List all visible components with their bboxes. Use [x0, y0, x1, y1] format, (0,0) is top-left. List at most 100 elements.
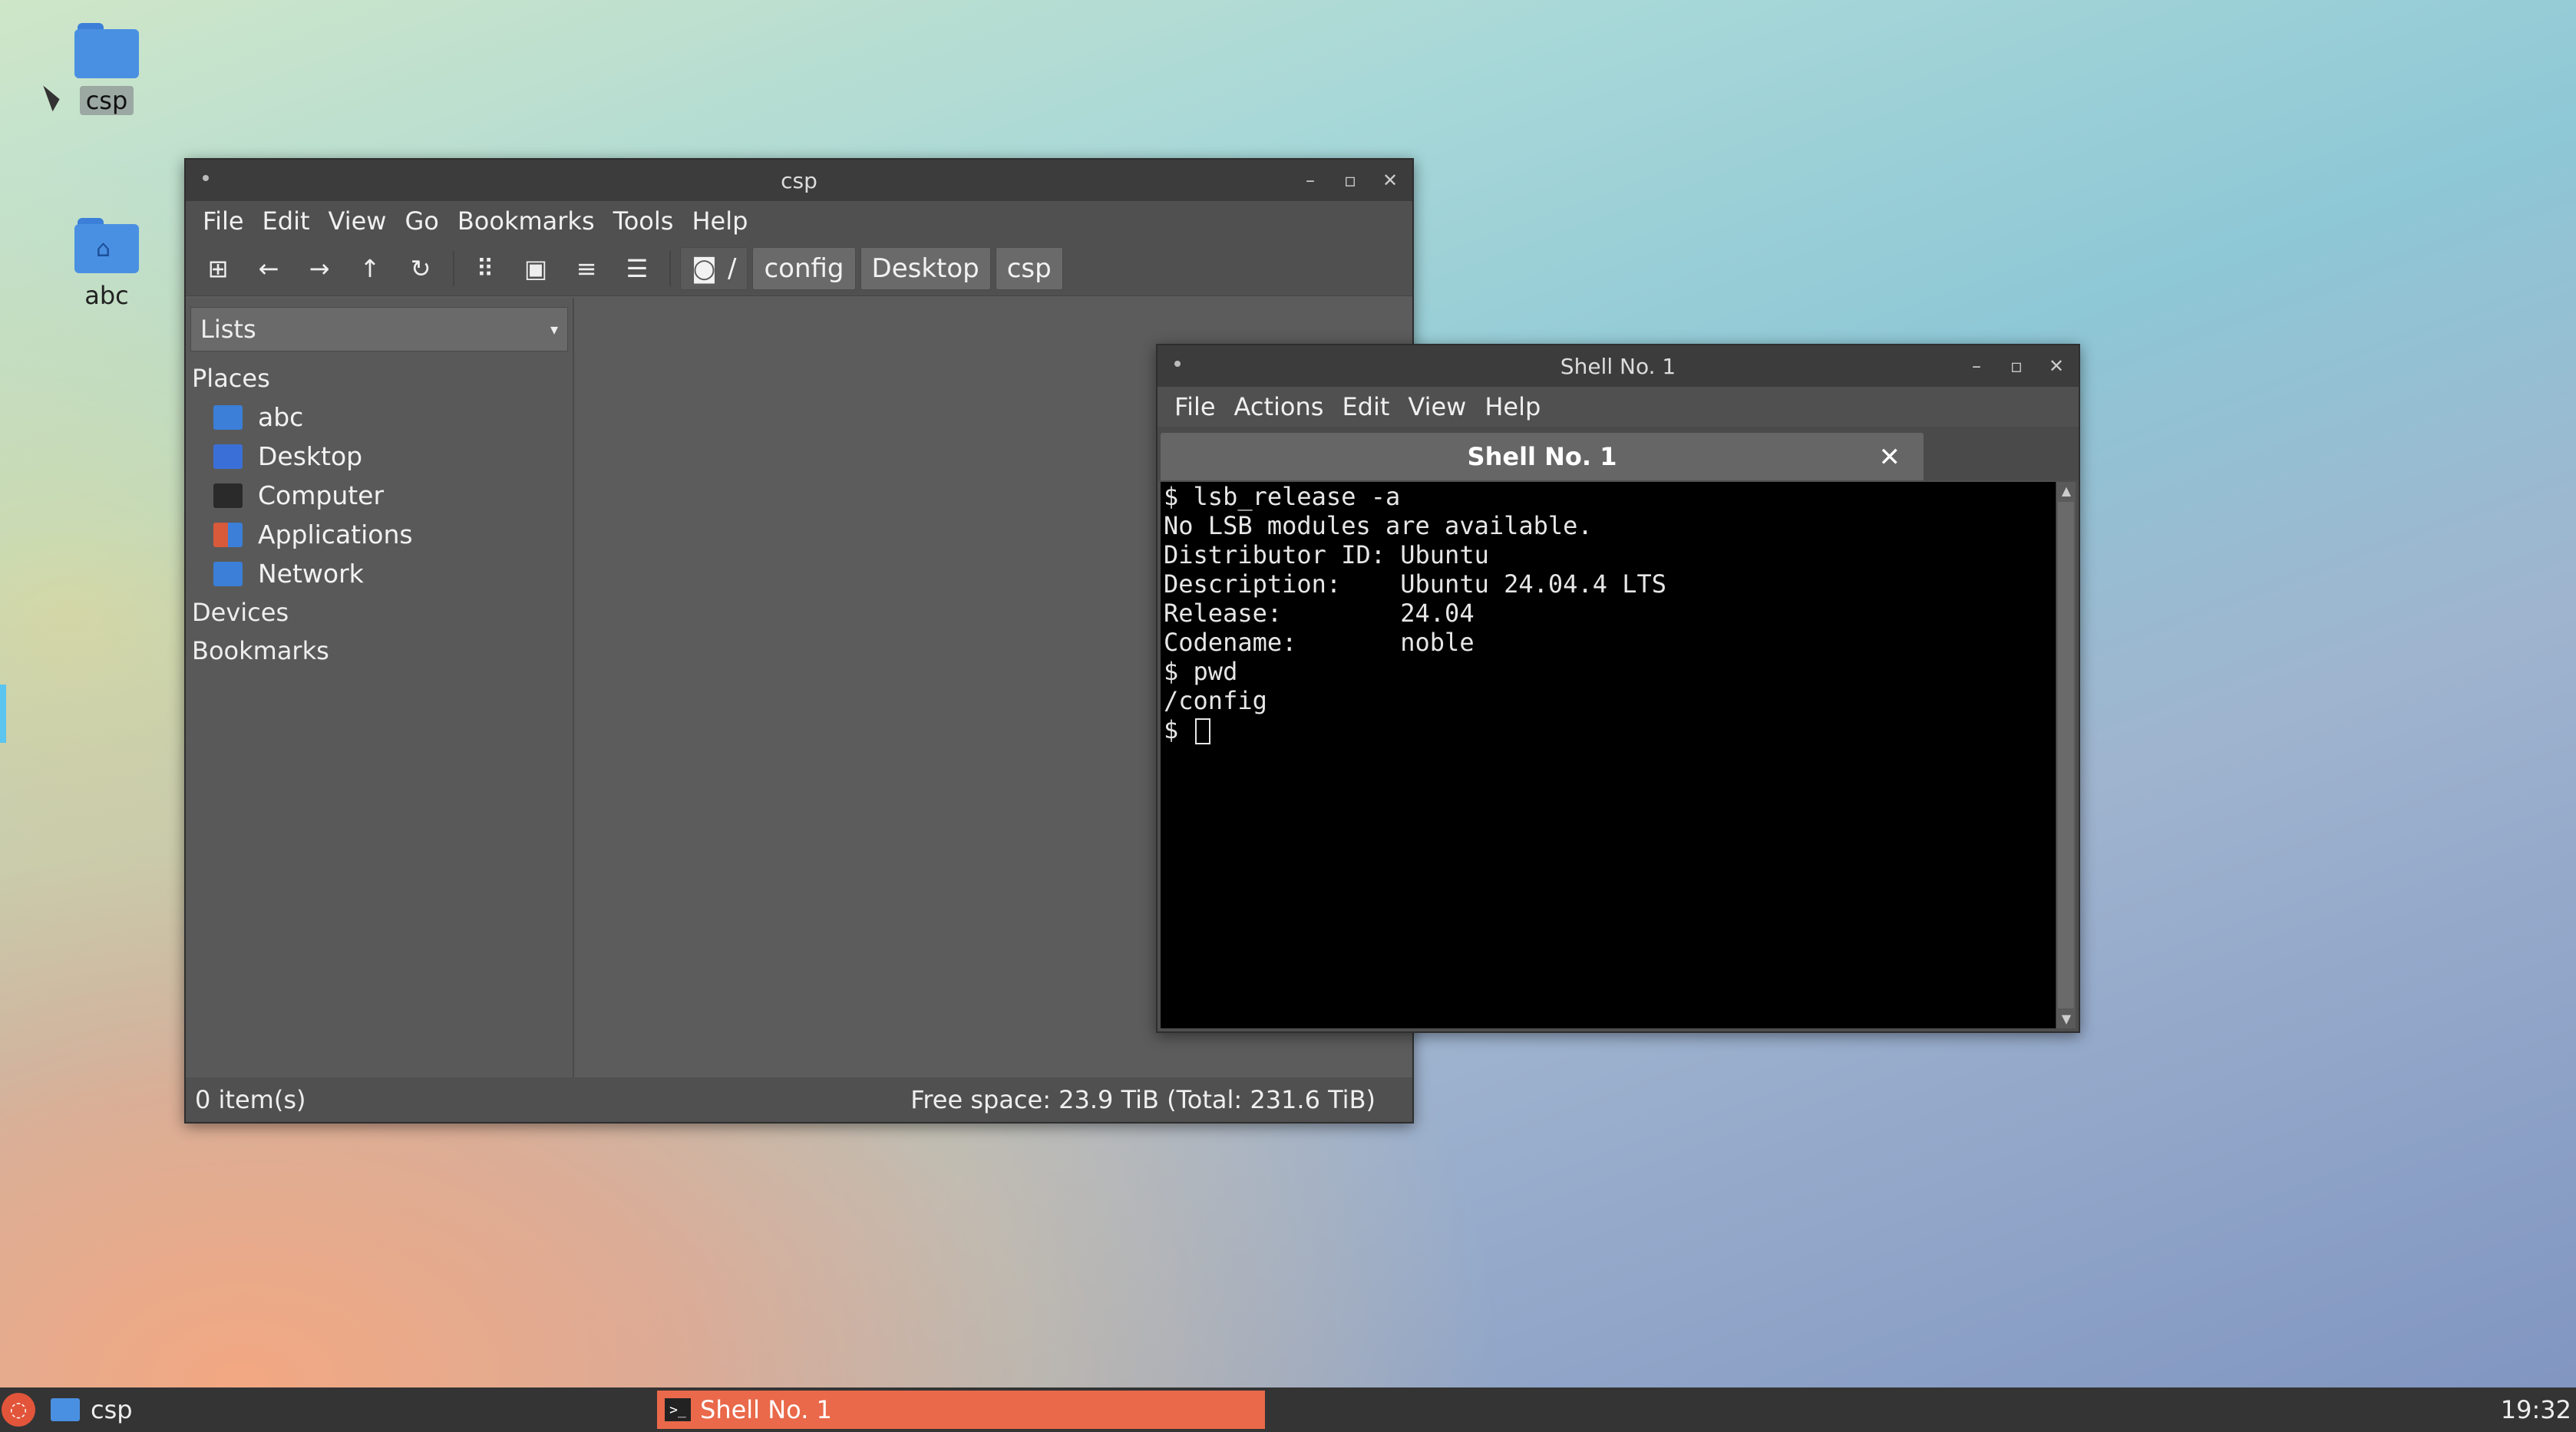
- bookmarks-header[interactable]: Bookmarks: [186, 632, 573, 670]
- sidebar-item-computer[interactable]: Computer: [186, 476, 573, 515]
- file-manager-toolbar: ⊞ ← → ↑ ↻ ⠿ ▣ ≡ ☰ ◙ / config Desktop csp: [186, 241, 1412, 296]
- forward-icon[interactable]: →: [298, 247, 341, 290]
- left-edge-handle: [0, 685, 6, 743]
- terminal-line: /config: [1164, 686, 1267, 715]
- menu-view[interactable]: View: [1399, 392, 1475, 421]
- compact-view-icon[interactable]: ≡: [565, 247, 608, 290]
- desktop-icon-label: csp: [79, 86, 134, 115]
- terminal-scrollbar[interactable]: ▲ ▼: [2056, 482, 2076, 1028]
- toolbar-separator: [453, 250, 454, 286]
- file-manager-titlebar[interactable]: csp – ▫ ✕: [186, 160, 1412, 201]
- tab-shell-1[interactable]: Shell No. 1 ✕: [1161, 433, 1924, 480]
- terminal-cursor: [1194, 718, 1210, 744]
- detailed-list-icon[interactable]: ☰: [616, 247, 659, 290]
- sidebar: Lists ▾ Places abc Desktop Computer Appl…: [186, 298, 574, 1077]
- terminal-icon: >_: [665, 1398, 691, 1421]
- desktop-icon-label: abc: [84, 281, 129, 310]
- chevron-down-icon: ▾: [550, 320, 558, 338]
- terminal-output[interactable]: $ lsb_release -a No LSB modules are avai…: [1161, 482, 2056, 1028]
- taskbar-item-file-manager[interactable]: csp: [51, 1395, 133, 1424]
- breadcrumb-csp[interactable]: csp: [995, 246, 1063, 290]
- taskbar-item-label: Shell No. 1: [700, 1395, 832, 1424]
- reload-icon[interactable]: ↻: [399, 247, 442, 290]
- desktop-icon: [213, 444, 243, 469]
- sidebar-item-label: Network: [258, 559, 364, 589]
- up-icon[interactable]: ↑: [348, 247, 391, 290]
- menu-view[interactable]: View: [319, 206, 396, 236]
- scroll-down-icon[interactable]: ▼: [2056, 1010, 2076, 1028]
- menu-help[interactable]: Help: [682, 206, 757, 236]
- icon-view-icon[interactable]: ⠿: [464, 247, 507, 290]
- sidebar-item-label: abc: [258, 402, 304, 432]
- terminal-menubar: File Actions Edit View Help: [1158, 387, 2079, 427]
- devices-header[interactable]: Devices: [186, 593, 573, 632]
- terminal-window: Shell No. 1 – ▫ ✕ File Actions Edit View…: [1156, 344, 2080, 1033]
- drive-icon: ◙: [692, 252, 717, 284]
- terminal-titlebar[interactable]: Shell No. 1 – ▫ ✕: [1158, 345, 2079, 387]
- menu-edit[interactable]: Edit: [1333, 392, 1399, 421]
- applications-icon: [213, 522, 243, 547]
- home-icon: [213, 404, 243, 430]
- taskbar: ◌ csp >_ Shell No. 1 19:32: [0, 1387, 2576, 1432]
- minimize-icon[interactable]: –: [1296, 166, 1325, 195]
- scroll-up-icon[interactable]: ▲: [2056, 482, 2076, 500]
- menu-edit[interactable]: Edit: [253, 206, 319, 236]
- close-tab-icon[interactable]: ✕: [1879, 442, 1901, 473]
- menu-go[interactable]: Go: [395, 206, 447, 236]
- window-menu-icon[interactable]: [203, 175, 209, 181]
- status-free-space: Free space: 23.9 TiB (Total: 231.6 TiB): [910, 1085, 1376, 1114]
- sidebar-item-label: Applications: [258, 520, 413, 549]
- menu-file[interactable]: File: [193, 206, 253, 236]
- window-menu-icon[interactable]: [1174, 361, 1181, 367]
- status-bar: 0 item(s) Free space: 23.9 TiB (Total: 2…: [186, 1077, 1412, 1122]
- terminal-line: Codename: noble: [1164, 628, 1475, 657]
- computer-icon: [213, 483, 243, 508]
- places-header[interactable]: Places: [186, 359, 573, 398]
- menu-help[interactable]: Help: [1475, 392, 1550, 421]
- breadcrumb-desktop[interactable]: Desktop: [860, 246, 991, 290]
- minimize-icon[interactable]: –: [1962, 351, 1991, 381]
- menu-bookmarks[interactable]: Bookmarks: [448, 206, 604, 236]
- folder-icon: [74, 23, 139, 78]
- clock[interactable]: 19:32: [2501, 1395, 2571, 1424]
- window-title: csp: [781, 167, 817, 193]
- sidebar-item-applications[interactable]: Applications: [186, 515, 573, 554]
- desktop-icon-csp[interactable]: csp: [49, 23, 164, 115]
- sidebar-item-network[interactable]: Network: [186, 554, 573, 593]
- scrollbar-thumb[interactable]: [2058, 502, 2074, 1008]
- desktop-icon-abc[interactable]: ⌂ abc: [49, 218, 164, 310]
- sidebar-item-label: Computer: [258, 480, 385, 510]
- sidebar-mode-label: Lists: [200, 315, 256, 344]
- toolbar-separator: [669, 250, 671, 286]
- sidebar-item-label: Desktop: [258, 441, 363, 471]
- path-root-label: /: [728, 252, 737, 284]
- sidebar-item-desktop[interactable]: Desktop: [186, 437, 573, 476]
- terminal-line: $ pwd: [1164, 657, 1238, 686]
- maximize-icon[interactable]: ▫: [2002, 351, 2031, 381]
- window-title: Shell No. 1: [1560, 353, 1676, 379]
- menu-file[interactable]: File: [1165, 392, 1225, 421]
- home-folder-icon: ⌂: [74, 218, 139, 273]
- sidebar-item-abc[interactable]: abc: [186, 398, 573, 437]
- path-root-button[interactable]: ◙ /: [680, 246, 748, 290]
- folder-icon: [51, 1398, 80, 1421]
- sidebar-mode-select[interactable]: Lists ▾: [190, 307, 568, 351]
- file-manager-menubar: File Edit View Go Bookmarks Tools Help: [186, 201, 1412, 241]
- terminal-prompt: $: [1164, 715, 1194, 744]
- terminal-line: No LSB modules are available.: [1164, 511, 1593, 540]
- start-menu-icon[interactable]: ◌: [2, 1393, 35, 1427]
- menu-actions[interactable]: Actions: [1225, 392, 1333, 421]
- terminal-line: Description: Ubuntu 24.04.4 LTS: [1164, 569, 1667, 599]
- close-icon[interactable]: ✕: [1376, 166, 1405, 195]
- terminal-line: Release: 24.04: [1164, 599, 1475, 628]
- terminal-line: $ lsb_release -a: [1164, 482, 1401, 511]
- taskbar-item-terminal[interactable]: >_ Shell No. 1: [657, 1391, 1265, 1429]
- new-tab-icon[interactable]: ⊞: [197, 247, 239, 290]
- maximize-icon[interactable]: ▫: [1336, 166, 1365, 195]
- menu-tools[interactable]: Tools: [604, 206, 683, 236]
- breadcrumb-config[interactable]: config: [752, 246, 856, 290]
- thumbnail-view-icon[interactable]: ▣: [514, 247, 557, 290]
- close-icon[interactable]: ✕: [2042, 351, 2071, 381]
- back-icon[interactable]: ←: [247, 247, 290, 290]
- taskbar-item-label: csp: [91, 1395, 133, 1424]
